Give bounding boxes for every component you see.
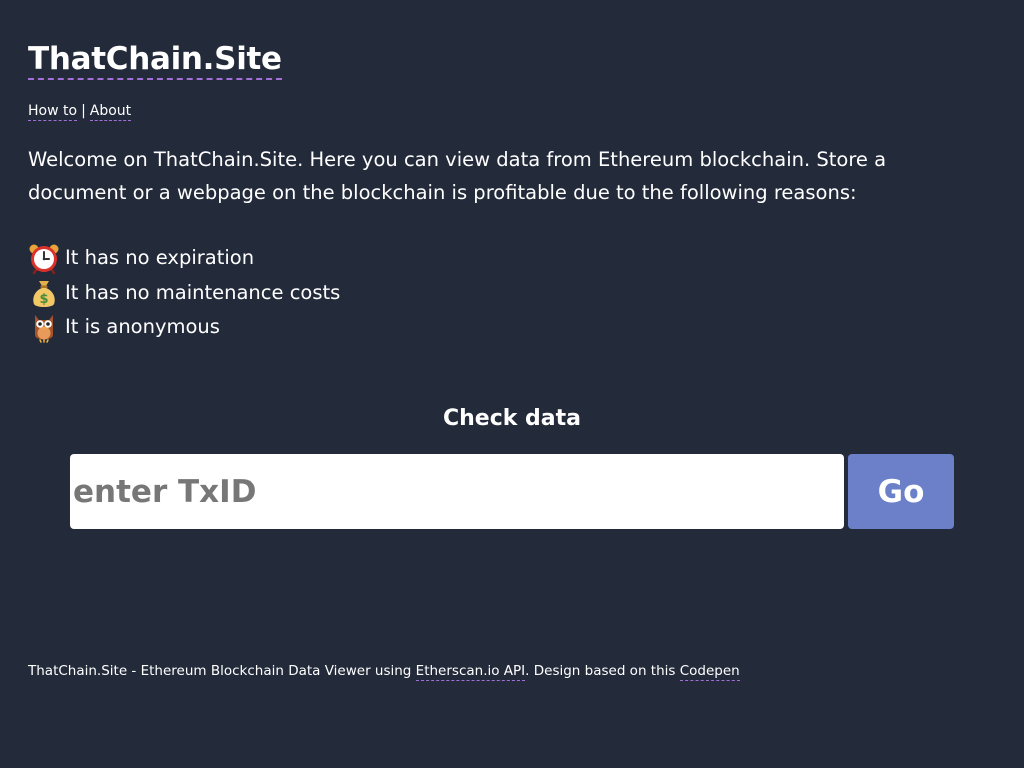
feature-item-maintenance: $ It has no maintenance costs xyxy=(28,276,340,311)
feature-item-anonymous: It is anonymous xyxy=(28,310,340,345)
alarm-clock-icon xyxy=(29,244,59,275)
feature-label: It has no expiration xyxy=(65,246,255,269)
feature-label: It has no maintenance costs xyxy=(65,280,341,304)
feature-item-expiration: It has no expiration xyxy=(28,241,340,276)
nav-separator: | xyxy=(81,103,86,119)
money-bag-icon: $ xyxy=(33,280,55,307)
site-title-link[interactable]: ThatChain.Site xyxy=(28,40,282,80)
go-button[interactable]: Go xyxy=(848,454,954,529)
txid-search-form: Go xyxy=(70,454,954,529)
codepen-link[interactable]: Codepen xyxy=(679,663,740,681)
how-to-link[interactable]: How to xyxy=(28,103,78,121)
about-link[interactable]: About xyxy=(89,103,132,121)
svg-text:$: $ xyxy=(39,292,48,307)
top-nav: How to | About xyxy=(28,102,132,121)
etherscan-api-link[interactable]: Etherscan.io API xyxy=(415,663,526,681)
feature-list: It has no expiration $ It has no mainten… xyxy=(28,241,340,345)
footer-middle-text: . Design based on this xyxy=(525,663,680,679)
page: ThatChain.Site How to | About Welcome on T… xyxy=(0,0,1024,768)
intro-text: Welcome on ThatChain.Site. Here you can … xyxy=(28,148,887,204)
txid-input[interactable] xyxy=(70,454,844,529)
check-data-heading: Check data xyxy=(442,406,581,431)
footer-prefix-text: ThatChain.Site - Ethereum Blockchain Dat… xyxy=(28,663,416,679)
feature-label: It is anonymous xyxy=(65,315,220,338)
owl-icon xyxy=(35,315,53,343)
footer: ThatChain.Site - Ethereum Blockchain Dat… xyxy=(28,662,740,681)
